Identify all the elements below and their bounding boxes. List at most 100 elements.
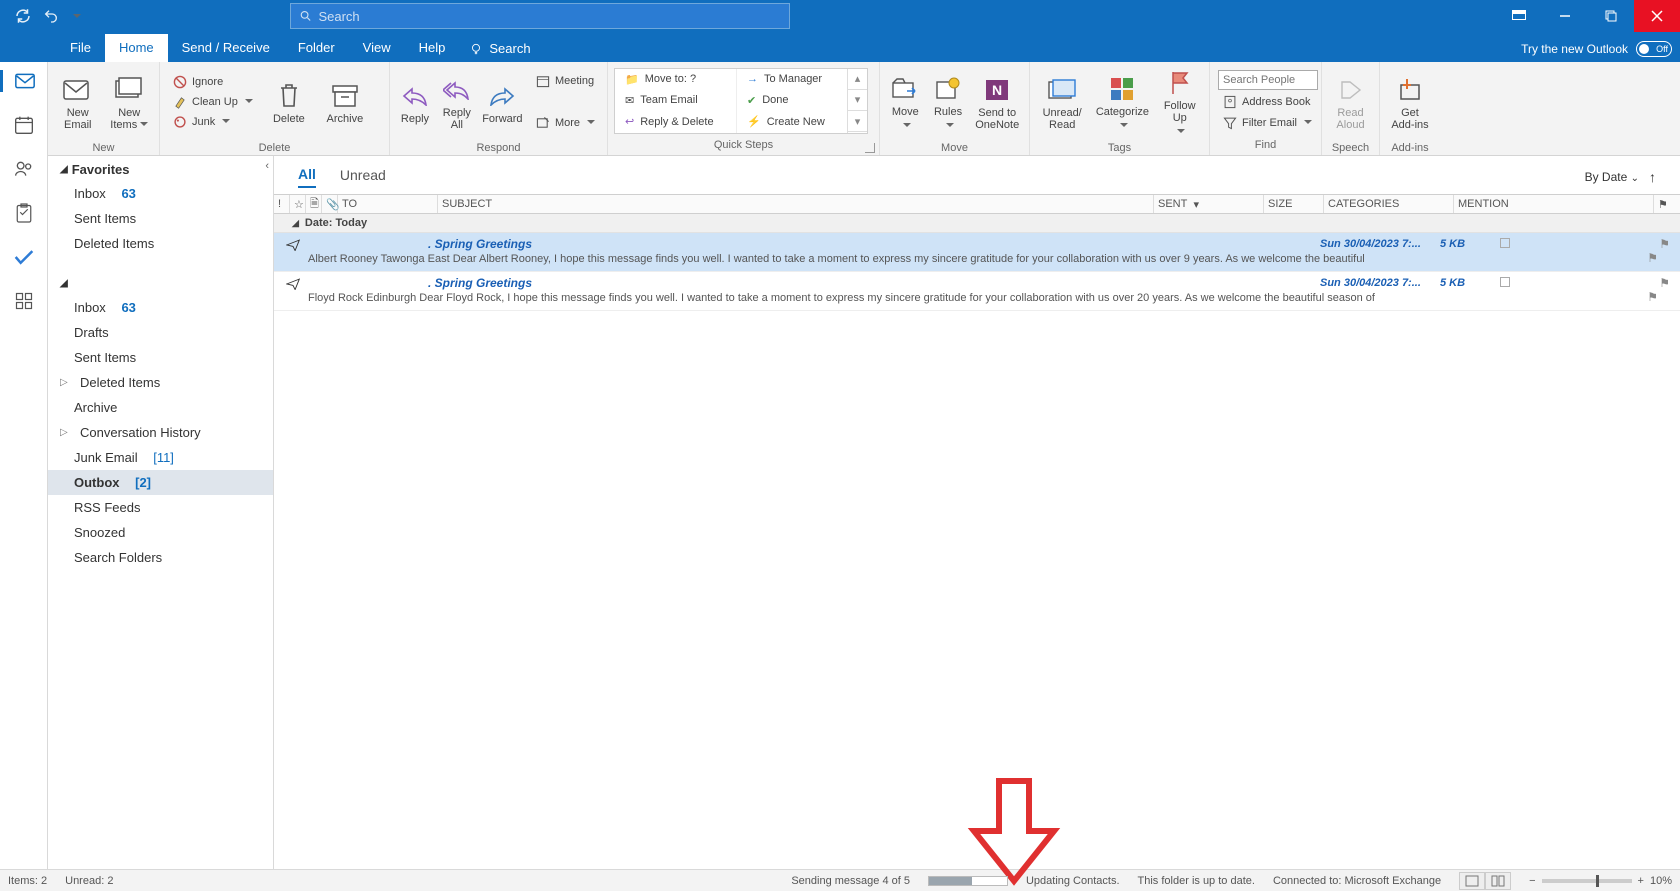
qs-done[interactable]: ✔Done (737, 90, 847, 111)
try-new-outlook-toggle[interactable]: Off (1636, 41, 1672, 57)
fav-inbox[interactable]: Inbox 63 (48, 181, 273, 206)
zoom-in-icon[interactable]: + (1638, 875, 1644, 887)
folder-snoozed[interactable]: Snoozed (48, 520, 273, 545)
rail-people-icon[interactable] (13, 158, 35, 180)
tab-file[interactable]: File (56, 34, 105, 62)
favorites-header[interactable]: ◢Favorites (48, 156, 273, 181)
folder-search-folders[interactable]: Search Folders (48, 545, 273, 570)
rail-mail-icon[interactable] (0, 70, 47, 92)
tab-folder[interactable]: Folder (284, 34, 349, 62)
reply-all-button[interactable]: Reply All (438, 66, 476, 138)
quick-steps-gallery[interactable]: 📁Move to: ? ✉Team Email ↩Reply & Delete … (614, 68, 868, 134)
qat-customize-icon[interactable] (70, 7, 80, 25)
col-categories[interactable]: CATEGORIES (1324, 195, 1454, 213)
col-attachment[interactable]: 📎 (322, 195, 338, 213)
zoom-slider[interactable] (1542, 879, 1632, 883)
qs-to-manager[interactable]: →To Manager (737, 69, 847, 90)
fav-deleted-items[interactable]: Deleted Items (48, 231, 273, 256)
folder-drafts[interactable]: Drafts (48, 320, 273, 345)
col-subject[interactable]: SUBJECT (438, 195, 1154, 213)
rules-button[interactable]: Rules (929, 66, 968, 138)
group-date-today[interactable]: ◢Date: Today (274, 214, 1680, 233)
folder-deleted-items[interactable]: ▷Deleted Items (48, 370, 273, 395)
rail-calendar-icon[interactable] (13, 114, 35, 136)
cleanup-button[interactable]: Clean Up (168, 93, 257, 111)
zoom-out-icon[interactable]: − (1529, 875, 1535, 887)
row-flag-icon[interactable]: ⚑ (1647, 251, 1658, 265)
view-normal-icon[interactable] (1459, 872, 1485, 890)
filter-unread[interactable]: Unread (340, 167, 386, 187)
ribbon-display-options-icon[interactable] (1496, 0, 1542, 32)
qs-scroll-down-icon[interactable]: ▾ (848, 90, 867, 111)
folder-rss-feeds[interactable]: RSS Feeds (48, 495, 273, 520)
rail-tasks-icon[interactable] (13, 202, 35, 224)
maximize-button[interactable] (1588, 0, 1634, 32)
view-reading-icon[interactable] (1485, 872, 1511, 890)
address-book-button[interactable]: Address Book (1218, 93, 1318, 111)
quicksteps-dialog-launcher[interactable] (865, 143, 875, 153)
close-button[interactable] (1634, 0, 1680, 32)
col-reminder[interactable]: ☆ (290, 195, 306, 213)
folder-conversation-history[interactable]: ▷Conversation History (48, 420, 273, 445)
unread-read-button[interactable]: Unread/ Read (1036, 66, 1088, 138)
sort-by-date[interactable]: By Date ⌄ (1585, 170, 1639, 184)
tab-home[interactable]: Home (105, 34, 168, 62)
archive-button[interactable]: Archive (319, 66, 371, 138)
new-items-button[interactable]: New Items (106, 66, 154, 138)
qs-expand-icon[interactable]: ▾ (848, 111, 867, 132)
reply-button[interactable]: Reply (396, 66, 434, 138)
tab-send-receive[interactable]: Send / Receive (168, 34, 284, 62)
qs-reply-delete[interactable]: ↩Reply & Delete (615, 111, 736, 132)
flag-icon[interactable]: ⚑ (1630, 237, 1670, 251)
qs-move-to[interactable]: 📁Move to: ? (615, 69, 736, 90)
col-size[interactable]: SIZE (1264, 195, 1324, 213)
account-header[interactable]: ◢acct (48, 270, 273, 295)
message-row[interactable]: . Spring Greetings Sun 30/04/2023 7:... … (274, 272, 1680, 311)
folder-archive[interactable]: Archive (48, 395, 273, 420)
move-button[interactable]: Move (886, 66, 925, 138)
delete-button[interactable]: Delete (263, 66, 315, 138)
col-sent[interactable]: SENT ▾ (1154, 195, 1264, 213)
col-flag[interactable]: ⚑ (1654, 195, 1680, 213)
flag-icon[interactable]: ⚑ (1630, 276, 1670, 290)
new-email-button[interactable]: New Email (54, 66, 102, 138)
junk-button[interactable]: Junk (168, 113, 257, 131)
col-importance[interactable]: ! (274, 195, 290, 213)
rail-more-apps-icon[interactable] (13, 290, 35, 312)
fav-sent-items[interactable]: Sent Items (48, 206, 273, 231)
meeting-button[interactable]: Meeting (531, 72, 599, 90)
rail-todo-icon[interactable] (13, 246, 35, 268)
folder-inbox[interactable]: Inbox 63 (48, 295, 273, 320)
send-to-onenote-button[interactable]: NSend to OneNote (971, 66, 1023, 138)
qs-scroll-up-icon[interactable]: ▴ (848, 69, 867, 90)
message-row[interactable]: . Spring Greetings Sun 30/04/2023 7:... … (274, 233, 1680, 272)
get-addins-button[interactable]: Get Add-ins (1386, 66, 1434, 138)
filter-all[interactable]: All (298, 166, 316, 188)
global-search-input[interactable] (318, 9, 781, 24)
col-icon[interactable]: 🗎 (306, 195, 322, 213)
sort-direction-icon[interactable]: ↑ (1649, 169, 1656, 185)
ignore-button[interactable]: Ignore (168, 73, 257, 91)
tab-view[interactable]: View (349, 34, 405, 62)
qs-team-email[interactable]: ✉Team Email (615, 90, 736, 111)
sendreceive-all-icon[interactable] (14, 7, 32, 25)
followup-button[interactable]: Follow Up (1156, 66, 1203, 138)
folder-junk-email[interactable]: Junk Email [11] (48, 445, 273, 470)
folder-sent-items[interactable]: Sent Items (48, 345, 273, 370)
minimize-button[interactable] (1542, 0, 1588, 32)
row-flag-icon[interactable]: ⚑ (1647, 290, 1658, 304)
global-search[interactable] (290, 3, 790, 29)
tab-help[interactable]: Help (405, 34, 460, 62)
filter-email-button[interactable]: Filter Email (1218, 114, 1318, 132)
col-mention[interactable]: MENTION (1454, 195, 1654, 213)
col-to[interactable]: TO (338, 195, 438, 213)
categorize-button[interactable]: Categorize (1092, 66, 1152, 138)
qs-create-new[interactable]: ⚡Create New (737, 111, 847, 132)
collapse-folder-pane-icon[interactable]: ‹ (265, 160, 269, 172)
undo-icon[interactable] (42, 7, 60, 25)
forward-button[interactable]: Forward (480, 66, 525, 138)
folder-outbox[interactable]: Outbox [2] (48, 470, 273, 495)
tab-search[interactable]: Search (459, 35, 540, 62)
respond-more-button[interactable]: More (531, 114, 599, 132)
search-people-input[interactable] (1218, 70, 1318, 90)
